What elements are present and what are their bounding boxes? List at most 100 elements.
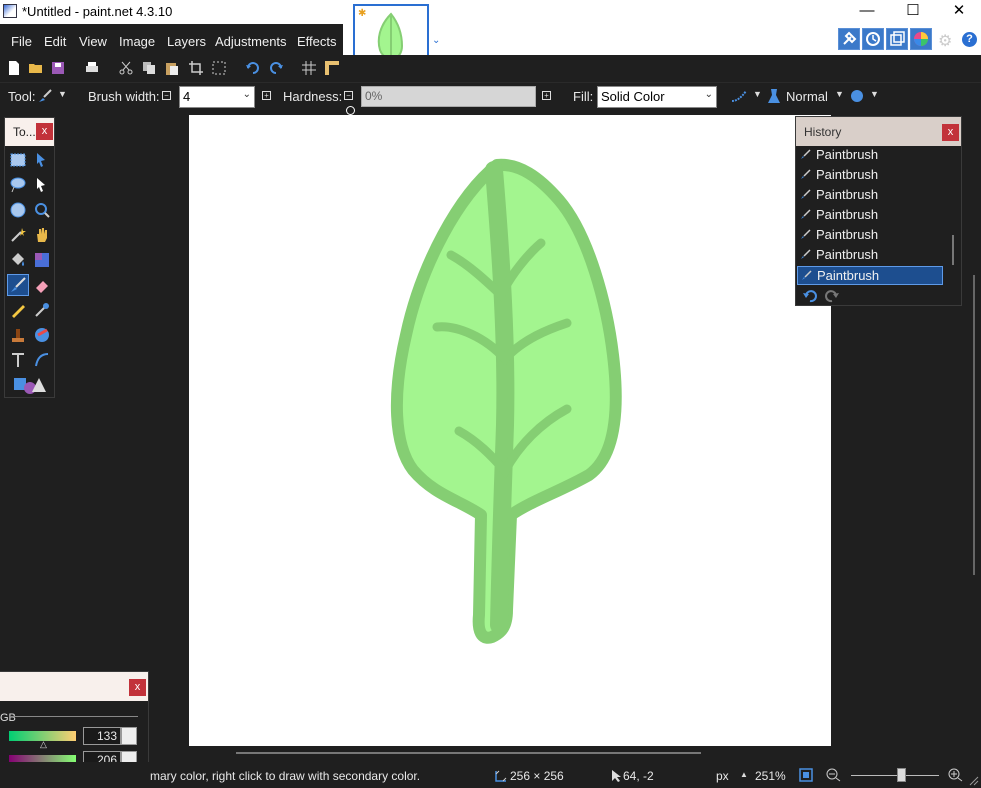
zoom-to-window-icon[interactable] xyxy=(799,768,813,782)
paintnet-app-icon[interactable] xyxy=(3,4,17,18)
paint-bucket-icon[interactable] xyxy=(9,251,27,269)
help-icon[interactable]: ? xyxy=(962,32,977,47)
copy-icon[interactable] xyxy=(141,60,157,76)
tools-panel-close-button[interactable]: x xyxy=(36,123,53,140)
zoom-icon[interactable] xyxy=(33,201,51,219)
blend-mode-value[interactable]: Normal xyxy=(786,89,828,104)
history-item[interactable]: Paintbrush xyxy=(797,146,943,165)
brush-cursor-icon xyxy=(346,106,355,115)
move-selected-pixels-icon[interactable] xyxy=(33,151,51,169)
gear-icon[interactable]: ⚙ xyxy=(938,31,952,51)
menu-image[interactable]: Image xyxy=(119,34,155,49)
print-icon[interactable] xyxy=(84,60,100,76)
paintbrush-tool-icon[interactable] xyxy=(37,88,53,104)
gradient-icon[interactable] xyxy=(33,251,51,269)
shapes-icon[interactable] xyxy=(13,375,47,395)
history-item[interactable]: Paintbrush xyxy=(797,266,943,285)
line-curve-icon[interactable] xyxy=(33,351,51,369)
colors-panel-header[interactable]: x xyxy=(0,672,148,701)
zoom-level[interactable]: 251% xyxy=(755,769,786,783)
hardness-increase-button[interactable]: + xyxy=(542,91,551,100)
history-undo-icon[interactable] xyxy=(802,289,818,303)
zoom-slider[interactable] xyxy=(851,775,939,776)
horizontal-scrollbar[interactable] xyxy=(236,752,701,754)
move-selection-icon[interactable] xyxy=(33,176,51,194)
new-file-icon[interactable] xyxy=(6,60,22,76)
chevron-down-icon[interactable]: ⌄ xyxy=(705,89,713,100)
colors-toggle-icon[interactable] xyxy=(910,28,932,50)
zoom-in-icon[interactable] xyxy=(948,768,964,782)
minimize-button[interactable]: — xyxy=(844,0,890,24)
tools-panel-header[interactable]: To... x xyxy=(5,118,54,146)
unit-selector[interactable]: px xyxy=(716,769,729,783)
history-toggle-icon[interactable] xyxy=(862,28,884,50)
magic-wand-icon[interactable] xyxy=(9,226,27,244)
history-item[interactable]: Paintbrush xyxy=(797,206,943,225)
red-spinner[interactable] xyxy=(121,727,137,745)
ruler-icon[interactable] xyxy=(324,60,340,76)
eraser-icon[interactable] xyxy=(33,276,51,294)
zoom-out-icon[interactable] xyxy=(826,768,842,782)
history-panel-header[interactable]: History x xyxy=(796,117,961,146)
tools-toggle-icon[interactable] xyxy=(838,28,860,50)
open-folder-icon[interactable] xyxy=(28,60,44,76)
history-redo-icon[interactable] xyxy=(824,289,840,303)
paintbrush-tool-button[interactable] xyxy=(7,274,29,296)
text-icon[interactable] xyxy=(9,351,27,369)
hardness-decrease-button[interactable]: − xyxy=(344,91,353,100)
brush-width-field[interactable]: 4 ⌄ xyxy=(179,86,255,108)
zoom-slider-thumb[interactable] xyxy=(897,768,906,782)
close-window-button[interactable]: ✕ xyxy=(936,0,981,24)
chevron-down-icon[interactable]: ⌄ xyxy=(243,89,251,100)
tool-dropdown-icon[interactable]: ▼ xyxy=(58,89,67,99)
history-item[interactable]: Paintbrush xyxy=(797,166,943,185)
antialiasing-dropdown-icon[interactable]: ▼ xyxy=(753,89,762,99)
colors-panel-close-button[interactable]: x xyxy=(129,679,146,696)
chevron-down-icon[interactable]: ⌄ xyxy=(432,35,440,46)
antialiasing-icon[interactable] xyxy=(730,88,748,104)
resize-grip-icon[interactable] xyxy=(969,776,979,786)
grid-icon[interactable] xyxy=(301,60,317,76)
maximize-button[interactable]: ☐ xyxy=(890,0,936,24)
pencil-icon[interactable] xyxy=(9,301,27,319)
menu-edit[interactable]: Edit xyxy=(44,34,66,49)
unit-dropdown-icon[interactable]: ▲ xyxy=(740,770,748,779)
pan-hand-icon[interactable] xyxy=(33,226,51,244)
selection-clipping-dropdown-icon[interactable]: ▼ xyxy=(870,89,879,99)
brush-width-decrease-button[interactable]: − xyxy=(162,91,171,100)
ellipse-select-icon[interactable] xyxy=(9,201,27,219)
deselect-icon[interactable] xyxy=(211,60,227,76)
vertical-scrollbar[interactable] xyxy=(973,275,975,575)
history-panel-close-button[interactable]: x xyxy=(942,124,959,141)
image-canvas[interactable] xyxy=(189,115,831,746)
history-scrollbar[interactable] xyxy=(952,235,954,265)
layers-toggle-icon[interactable] xyxy=(886,28,908,50)
blend-mode-icon[interactable] xyxy=(766,87,782,105)
red-value-field[interactable]: 133 xyxy=(83,727,121,745)
menu-file[interactable]: File xyxy=(11,34,32,49)
fill-select[interactable]: Solid Color ⌄ xyxy=(597,86,717,108)
save-icon[interactable] xyxy=(50,60,66,76)
brush-width-increase-button[interactable]: + xyxy=(262,91,271,100)
hardness-slider[interactable]: 0% xyxy=(361,86,536,107)
lasso-select-icon[interactable] xyxy=(9,176,27,194)
history-item[interactable]: Paintbrush xyxy=(797,186,943,205)
color-picker-icon[interactable] xyxy=(33,301,51,319)
history-item[interactable]: Paintbrush xyxy=(797,246,943,265)
clone-stamp-icon[interactable] xyxy=(9,326,27,344)
undo-icon[interactable] xyxy=(245,60,261,76)
history-item[interactable]: Paintbrush xyxy=(797,226,943,245)
blend-mode-dropdown-icon[interactable]: ▼ xyxy=(835,89,844,99)
recolor-icon[interactable] xyxy=(33,326,51,344)
menu-effects[interactable]: Effects xyxy=(297,34,337,49)
selection-clipping-icon[interactable] xyxy=(848,88,866,104)
paste-icon[interactable] xyxy=(164,60,180,76)
menu-view[interactable]: View xyxy=(79,34,107,49)
menu-adjustments[interactable]: Adjustments xyxy=(215,34,287,49)
red-slider-thumb-icon[interactable]: △ xyxy=(40,739,47,750)
crop-icon[interactable] xyxy=(188,60,204,76)
rectangle-select-icon[interactable] xyxy=(9,151,27,169)
cut-icon[interactable] xyxy=(118,60,134,76)
menu-layers[interactable]: Layers xyxy=(167,34,206,49)
redo-icon[interactable] xyxy=(268,60,284,76)
